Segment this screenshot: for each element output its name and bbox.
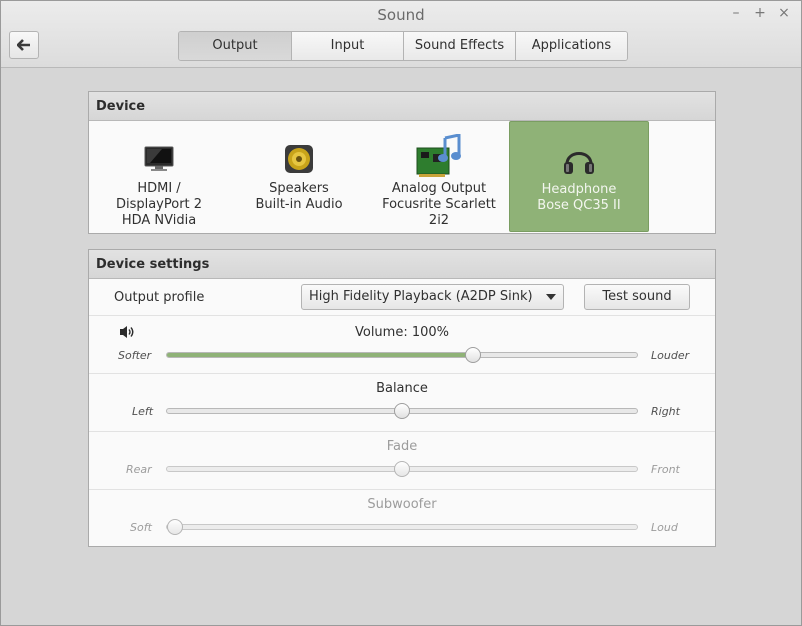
volume-louder-label: Louder <box>651 349 690 362</box>
device-speakers[interactable]: Speakers Built-in Audio <box>229 121 369 232</box>
volume-softer-label: Softer <box>118 349 152 362</box>
device-hdmi-line1: HDMI / <box>137 181 181 196</box>
sound-card-icon <box>369 134 509 177</box>
balance-slider-handle[interactable] <box>394 403 410 419</box>
tab-sound-effects[interactable]: Sound Effects <box>403 32 515 60</box>
sound-window: Sound – + × Output Input Sound Effects A… <box>0 0 802 626</box>
balance-left-label: Left <box>132 405 154 418</box>
monitor-icon <box>89 141 229 177</box>
minimize-button[interactable]: – <box>728 5 744 21</box>
fade-slider[interactable] <box>166 461 638 477</box>
tab-output[interactable]: Output <box>179 32 291 60</box>
subwoofer-row: Subwoofer Soft Loud <box>89 490 715 546</box>
titlebar: Sound – + × Output Input Sound Effects A… <box>1 1 801 68</box>
output-profile-label: Output profile <box>114 290 205 305</box>
device-analog-line2: Focusrite Scarlett <box>382 197 496 212</box>
device-header: Device <box>89 92 715 121</box>
output-profile-dropdown[interactable]: High Fidelity Playback (A2DP Sink) <box>301 284 564 310</box>
chevron-down-icon <box>546 294 556 300</box>
balance-label: Balance <box>376 381 428 396</box>
device-speakers-line1: Speakers <box>269 181 329 196</box>
volume-slider-fill <box>167 353 473 357</box>
subwoofer-loud-label: Loud <box>651 521 678 534</box>
device-settings-header: Device settings <box>89 250 715 279</box>
tab-input[interactable]: Input <box>291 32 403 60</box>
device-headphone[interactable]: Headphone Bose QC35 II <box>509 121 649 232</box>
fade-rear-label: Rear <box>126 463 152 476</box>
device-list: HDMI / DisplayPort 2 HDA NVidia Speakers… <box>89 121 715 233</box>
subwoofer-slider[interactable] <box>166 519 638 535</box>
balance-right-label: Right <box>651 405 680 418</box>
view-tabs: Output Input Sound Effects Applications <box>178 31 628 61</box>
subwoofer-slider-handle[interactable] <box>167 519 183 535</box>
window-title: Sound <box>377 6 425 24</box>
maximize-button[interactable]: + <box>752 5 768 21</box>
headphones-icon <box>510 142 648 178</box>
device-hdmi-line2: DisplayPort 2 <box>115 197 203 212</box>
device-speakers-line2: Built-in Audio <box>255 197 343 212</box>
volume-slider[interactable] <box>166 347 638 363</box>
subwoofer-label: Subwoofer <box>367 497 437 512</box>
fade-row: Fade Rear Front <box>89 432 715 490</box>
device-settings-panel: Device settings Output profile High Fide… <box>88 249 716 547</box>
device-hdmi-line3: HDA NVidia <box>121 213 197 228</box>
device-headphone-line2: Bose QC35 II <box>537 198 621 213</box>
back-button[interactable] <box>9 31 39 59</box>
output-profile-row: Output profile High Fidelity Playback (A… <box>89 280 715 316</box>
speaker-icon <box>229 141 369 177</box>
device-analog-output[interactable]: Analog Output Focusrite Scarlett 2i2 <box>369 121 509 232</box>
fade-slider-handle[interactable] <box>394 461 410 477</box>
balance-row: Balance Left Right <box>89 374 715 432</box>
subwoofer-soft-label: Soft <box>130 521 152 534</box>
volume-label: Volume: 100% <box>354 325 450 340</box>
device-panel: Device HDMI / DisplayPort 2 HDA NVidia S… <box>88 91 716 234</box>
test-sound-button[interactable]: Test sound <box>584 284 690 310</box>
volume-row: Volume: 100% Softer Louder <box>89 316 715 374</box>
fade-label: Fade <box>386 439 418 454</box>
device-analog-line1: Analog Output <box>391 181 487 196</box>
volume-slider-handle[interactable] <box>465 347 481 363</box>
fade-front-label: Front <box>651 463 680 476</box>
balance-slider[interactable] <box>166 403 638 419</box>
device-headphone-line1: Headphone <box>541 182 617 197</box>
close-button[interactable]: × <box>776 5 792 21</box>
tab-applications[interactable]: Applications <box>515 32 627 60</box>
device-hdmi[interactable]: HDMI / DisplayPort 2 HDA NVidia <box>89 121 229 232</box>
back-arrow-icon <box>17 39 30 51</box>
device-analog-line3: 2i2 <box>428 213 450 228</box>
output-profile-value: High Fidelity Playback (A2DP Sink) <box>309 289 533 304</box>
